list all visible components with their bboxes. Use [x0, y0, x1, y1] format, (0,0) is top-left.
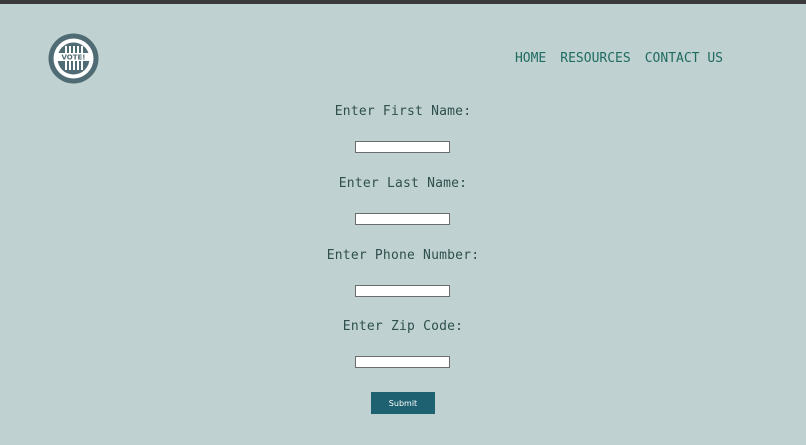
last-name-input[interactable] [355, 213, 450, 225]
first-name-label: Enter First Name: [334, 104, 472, 119]
submit-button[interactable]: Submit [371, 392, 435, 414]
nav-contact-link[interactable]: CONTACT US [645, 51, 723, 66]
vote-badge-icon: VOTE! [48, 33, 99, 84]
zip-label: Enter Zip Code: [342, 319, 464, 334]
nav-resources-link[interactable]: RESOURCES [560, 51, 630, 66]
first-name-input[interactable] [355, 141, 450, 153]
phone-label: Enter Phone Number: [326, 248, 480, 263]
nav-home-link[interactable]: HOME [515, 51, 546, 66]
main-nav: HOME RESOURCES CONTACT US [515, 51, 723, 66]
zip-input[interactable] [355, 356, 450, 368]
logo-text: VOTE! [62, 54, 86, 62]
phone-input[interactable] [355, 285, 450, 297]
top-window-bar [0, 0, 806, 4]
vote-badge-logo[interactable]: VOTE! [47, 32, 100, 85]
last-name-label: Enter Last Name: [338, 176, 468, 191]
